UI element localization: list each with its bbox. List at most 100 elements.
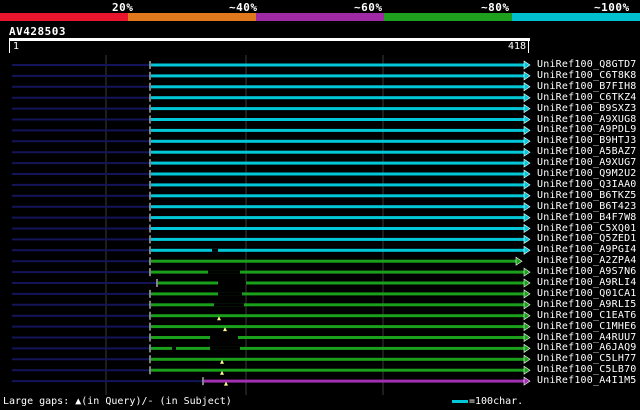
alignment-bar — [151, 325, 524, 329]
hit-label[interactable]: UniRef100_B7FIH8 — [537, 81, 637, 92]
hit-end-arrow — [523, 245, 531, 255]
legend-swatch — [384, 13, 512, 21]
ruler-start-tick — [9, 41, 10, 53]
subject-gap — [210, 346, 240, 350]
hit-end-arrow — [523, 267, 531, 277]
hit-end-arrow — [523, 180, 531, 190]
hit-end-arrow — [523, 169, 531, 179]
hit-end-arrow — [523, 376, 531, 386]
legend-label: ~80% — [481, 1, 510, 14]
hit-end-arrow — [523, 147, 531, 157]
hit-end-arrow — [523, 354, 531, 364]
hit-label[interactable]: UniRef100_B9SXZ3 — [537, 103, 637, 114]
hit-label[interactable]: UniRef100_C5LH77 — [537, 353, 637, 364]
legend-label: 20% — [112, 1, 134, 14]
subject-gap — [218, 281, 246, 285]
hit-label[interactable]: UniRef100_C6TKZ4 — [537, 92, 637, 103]
hit-label[interactable]: UniRef100_C6T8K8 — [537, 70, 637, 81]
alignment-bar — [151, 107, 524, 111]
alignment-bar — [151, 346, 524, 350]
alignment-bar — [158, 281, 524, 285]
hit-label[interactable]: UniRef100_A2ZPA4 — [537, 255, 637, 266]
hit-end-arrow — [523, 343, 531, 353]
alignment-bar — [151, 172, 524, 176]
alignment-bar — [204, 379, 524, 383]
alignment-bar — [151, 357, 524, 361]
hit-end-arrow — [523, 311, 531, 321]
hit-label[interactable]: UniRef100_A5BAZ7 — [537, 146, 637, 157]
hit-end-arrow — [523, 71, 531, 81]
hit-label[interactable]: UniRef100_B6T423 — [537, 201, 637, 212]
hit-label[interactable]: UniRef100_Q01CA1 — [537, 288, 637, 299]
alignment-bar — [151, 63, 524, 67]
hit-end-arrow — [523, 365, 531, 375]
legend-swatch — [128, 13, 256, 21]
hit-end-arrow — [523, 278, 531, 288]
alignment-bar — [151, 96, 524, 100]
hit-end-arrow — [523, 289, 531, 299]
hit-label[interactable]: UniRef100_A4I1M5 — [537, 375, 637, 386]
alignment-bar — [151, 303, 524, 307]
hit-label[interactable]: UniRef100_Q9M2U2 — [537, 168, 637, 179]
large-gaps-legend: Large gaps: ▲(in Query)/- (in Subject) — [3, 396, 232, 407]
hit-end-arrow — [523, 93, 531, 103]
hit-label[interactable]: UniRef100_C1MHE6 — [537, 321, 637, 332]
alignment-bar — [151, 216, 524, 220]
alignment-bar — [151, 183, 524, 187]
hit-end-arrow — [515, 256, 523, 266]
hit-label[interactable]: UniRef100_B4F7W8 — [537, 212, 637, 223]
subject-gap — [212, 248, 218, 252]
hit-label[interactable]: UniRef100_B6TKZ5 — [537, 190, 637, 201]
hit-end-arrow — [523, 191, 531, 201]
legend-label: ~40% — [229, 1, 258, 14]
hit-end-arrow — [523, 300, 531, 310]
query-id: AV428503 — [9, 25, 66, 38]
alignment-bar — [151, 194, 524, 198]
hit-label[interactable]: UniRef100_A4RUU7 — [537, 332, 637, 343]
hit-end-arrow — [523, 125, 531, 135]
alignment-bar — [151, 205, 524, 209]
alignment-bar — [151, 128, 524, 132]
alignment-bar — [151, 314, 524, 318]
alignment-bar — [151, 336, 524, 339]
hit-end-arrow — [523, 234, 531, 244]
hit-label[interactable]: UniRef100_A6JAQ9 — [537, 342, 637, 353]
hit-label[interactable]: UniRef100_A9XUG7 — [537, 157, 637, 168]
hit-label[interactable]: UniRef100_A9XUG8 — [537, 114, 637, 125]
hit-end-arrow — [523, 332, 531, 343]
hit-end-arrow — [523, 223, 531, 234]
hit-end-arrow — [523, 322, 531, 332]
alignment-bar — [151, 74, 524, 78]
hit-label[interactable]: UniRef100_A9RLI5 — [537, 299, 637, 310]
alignment-bar — [151, 237, 524, 241]
hit-label[interactable]: UniRef100_A9PGI4 — [537, 244, 637, 255]
hit-label[interactable]: UniRef100_Q5ZED1 — [537, 233, 637, 244]
alignment-bar — [151, 270, 524, 274]
hit-label[interactable]: UniRef100_A9S7N6 — [537, 266, 637, 277]
hit-label[interactable]: UniRef100_Q3IAA0 — [537, 179, 637, 190]
hit-label[interactable]: UniRef100_C5XQ01 — [537, 223, 637, 234]
ruler-end-tick — [528, 41, 529, 53]
alignment-bar — [151, 292, 524, 296]
subject-gap — [210, 336, 238, 339]
legend-swatch — [256, 13, 384, 21]
hit-label[interactable]: UniRef100_A9PDL9 — [537, 124, 637, 135]
hit-end-arrow — [523, 158, 531, 168]
hit-label[interactable]: UniRef100_C1EAT6 — [537, 310, 637, 321]
hit-end-arrow — [523, 136, 531, 146]
query-ruler — [9, 38, 530, 41]
scale-bar — [452, 400, 468, 403]
alignment-bar — [151, 227, 524, 230]
legend-swatch — [0, 13, 128, 21]
hit-end-arrow — [523, 114, 531, 125]
hit-end-arrow — [523, 202, 531, 212]
hit-label[interactable]: UniRef100_C5LB70 — [537, 364, 637, 375]
scale-label: =100char. — [469, 396, 524, 407]
alignment-bar — [151, 139, 524, 143]
alignment-bar — [151, 85, 524, 89]
legend-swatch — [512, 13, 640, 21]
hit-label[interactable]: UniRef100_A9RLI4 — [537, 277, 637, 288]
hit-label[interactable]: UniRef100_B9HTJ3 — [537, 135, 637, 146]
ruler-end-label: 418 — [508, 41, 527, 52]
hit-label[interactable]: UniRef100_Q8GTD7 — [537, 59, 637, 70]
